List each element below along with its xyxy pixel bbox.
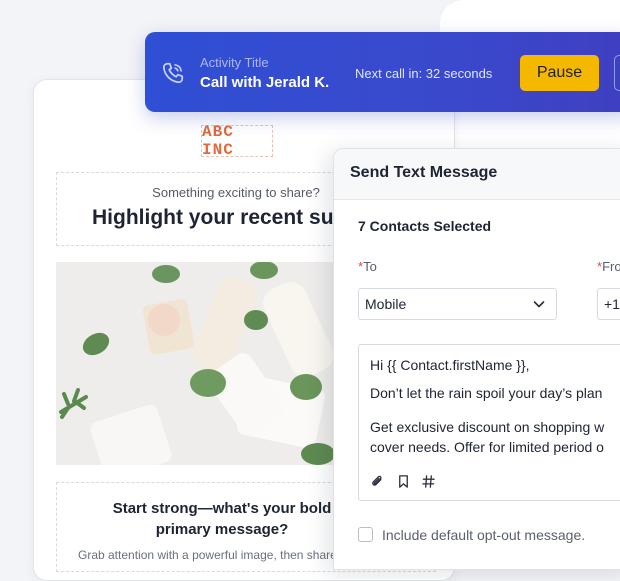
product-photo-illustration (56, 262, 346, 465)
next-call-countdown: Next call in: 32 seconds (355, 66, 493, 81)
hash-icon[interactable] (421, 474, 436, 489)
to-label-text: To (363, 259, 377, 274)
contacts-selected-count: 7 Contacts Selected (358, 218, 492, 234)
from-label: *From (597, 259, 620, 274)
from-field-value: +1 (604, 296, 620, 312)
company-logo[interactable]: ABC INC (201, 123, 273, 159)
message-line: Hi {{ Contact.firstName }}, (370, 357, 530, 373)
chevron-down-icon (533, 301, 545, 308)
paperclip-icon[interactable] (370, 474, 385, 489)
phone-icon (162, 62, 184, 84)
pause-button[interactable]: Pause (520, 55, 599, 91)
content-block-title: Start strong—what's your bold primary me… (112, 500, 332, 538)
to-select-value: Mobile (365, 296, 407, 312)
optout-label: Include default opt-out message. (382, 527, 586, 543)
secondary-action-button[interactable] (614, 55, 620, 91)
message-line: Don’t let the rain spoil your day’s plan (370, 385, 603, 401)
to-label: *To (358, 259, 377, 274)
activity-label: Activity Title (200, 55, 269, 70)
panel-title: Send Text Message (350, 164, 498, 181)
from-label-text: From (602, 259, 620, 274)
message-line: cover needs. Offer for limited period o (370, 439, 604, 455)
message-line: Get exclusive discount on shopping w (370, 419, 605, 435)
optout-checkbox[interactable] (358, 527, 373, 542)
bookmark-icon[interactable] (396, 474, 411, 489)
content-block-body: Grab attention with a powerful image, th… (78, 548, 337, 562)
activity-title: Call with Jerald K. (200, 74, 330, 91)
hero-image[interactable] (56, 262, 346, 465)
